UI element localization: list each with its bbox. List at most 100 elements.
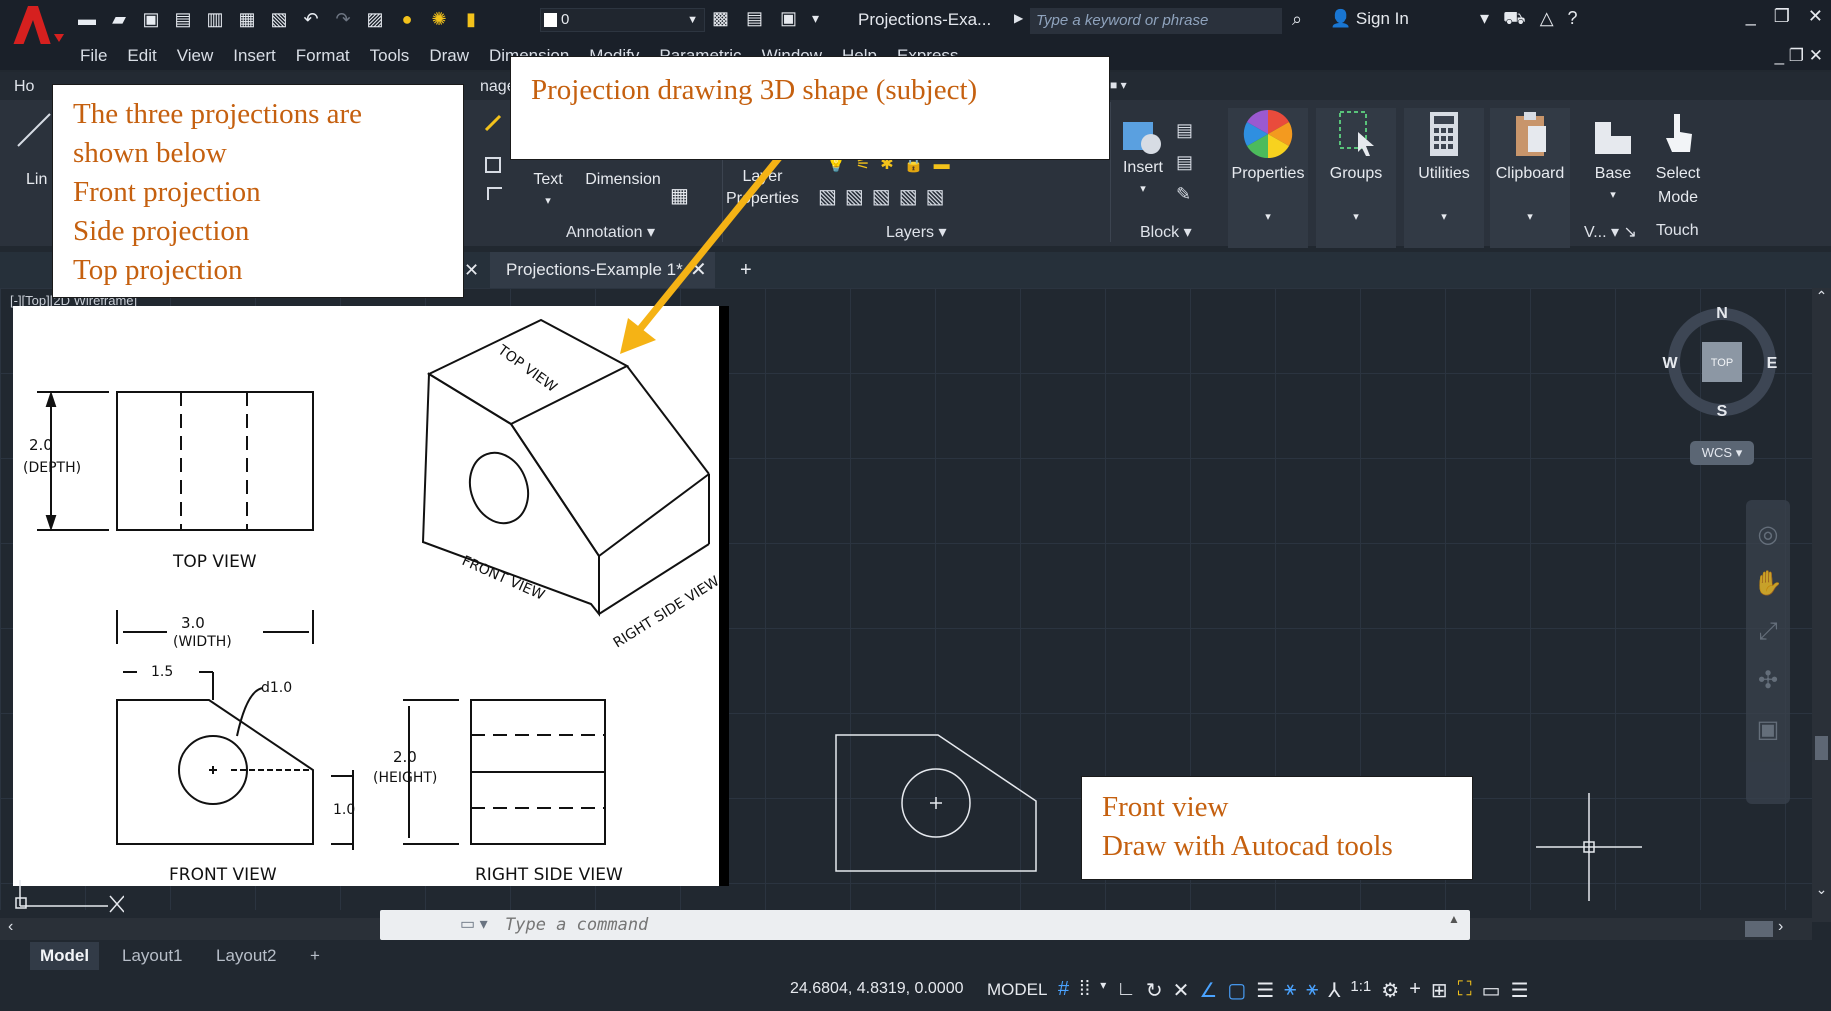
menu-format[interactable]: Format (296, 46, 350, 66)
text-button[interactable]: Text ▾ (528, 168, 568, 210)
object-snap-icon[interactable]: ▢ (1227, 978, 1246, 1003)
ortho-icon[interactable]: ∟ (1116, 978, 1136, 1003)
grid-icon[interactable]: # (1058, 978, 1069, 1003)
auto-scale-icon[interactable]: ⚹ (1306, 978, 1318, 1003)
hardware-acceleration-icon[interactable]: ⛶ (1458, 978, 1472, 1003)
workspace-icon[interactable]: ▨ (364, 8, 386, 30)
menu-insert[interactable]: Insert (233, 46, 276, 66)
tab-projections-example[interactable]: Projections-Example 1* (490, 252, 715, 288)
new-layout-button[interactable]: + (300, 942, 330, 970)
hscroll-thumb[interactable] (1745, 921, 1773, 937)
isodraft-icon[interactable]: ✕ (1173, 978, 1190, 1003)
scroll-down-icon[interactable]: ⌄ (1812, 881, 1831, 898)
utilities-button[interactable]: Utilities ▾ (1404, 108, 1484, 248)
polar-icon[interactable]: ↻ (1146, 978, 1163, 1003)
showmotion-icon[interactable]: ▣ (1746, 715, 1790, 744)
touch-panel-title[interactable]: Touch (1656, 222, 1699, 240)
export-icon[interactable]: ▥ (204, 8, 226, 30)
object-snap-tracking-icon[interactable]: ∠ (1199, 978, 1217, 1003)
tab-layout2[interactable]: Layout2 (206, 942, 287, 970)
line-icon[interactable] (14, 110, 54, 150)
search-arrow-icon[interactable]: ▶ (1014, 11, 1023, 25)
menu-view[interactable]: View (177, 46, 214, 66)
model-space-button[interactable]: MODEL (987, 980, 1047, 1000)
help-search-input[interactable]: Type a keyword or phrase (1030, 8, 1282, 34)
scale-label[interactable]: 1:1 (1350, 978, 1371, 1003)
isolate-icon[interactable]: ⊞ (1431, 978, 1448, 1003)
customize-dropdown-icon[interactable]: ▾ (812, 10, 819, 27)
close-icon[interactable]: ✕ (690, 252, 707, 288)
steering-wheel-icon[interactable]: ◎ (1746, 520, 1790, 549)
view-panel-title[interactable]: V... ▾ ↘ (1584, 222, 1637, 242)
lineweight-icon[interactable]: ☰ (1256, 978, 1274, 1003)
ucs-icon[interactable] (14, 876, 124, 916)
drawn-front-view[interactable] (830, 725, 1050, 875)
tab-layout1[interactable]: Layout1 (112, 942, 193, 970)
match-layer-icon[interactable]: ▩ (712, 8, 729, 29)
base-button[interactable]: Base ▾ (1578, 108, 1648, 204)
menu-file[interactable]: File (80, 46, 107, 66)
restore-icon[interactable]: ❐ (1774, 6, 1790, 27)
scroll-right-icon[interactable]: › (1778, 918, 1783, 936)
layer-state-icon[interactable]: ▧▧▧▧▧ (818, 184, 952, 209)
dimension-button[interactable]: Dimension (578, 168, 668, 192)
undo-icon[interactable]: ↶ (300, 8, 322, 30)
modify-tools-icon[interactable] (482, 110, 508, 200)
clean-screen-icon[interactable]: ▭ (1482, 978, 1501, 1003)
scroll-left-icon[interactable]: ‹ (8, 918, 13, 936)
lock-icon[interactable]: ▮ (460, 8, 482, 30)
plus-icon[interactable]: + (1409, 978, 1421, 1003)
groups-button[interactable]: Groups ▾ (1316, 108, 1396, 248)
tab-overflow-icon[interactable]: ■ ▾ (1110, 78, 1127, 92)
zoom-icon[interactable]: ⤢ (1746, 618, 1790, 646)
tab-model[interactable]: Model (30, 942, 100, 970)
command-history-icon[interactable]: ▲ (1448, 912, 1460, 926)
sun-icon[interactable]: ✺ (428, 8, 450, 30)
save-icon[interactable]: ▣ (140, 8, 162, 30)
reference-image[interactable]: 2.0 (DEPTH) TOP VIEW TOP VIEW FRONT VIEW… (13, 306, 729, 886)
command-input[interactable] (505, 912, 1445, 938)
viewcube[interactable]: TOP N S E W (1662, 300, 1782, 430)
publish-icon[interactable]: ▦ (236, 8, 258, 30)
menu-draw[interactable]: Draw (429, 46, 469, 66)
minimize-icon[interactable]: _ (1746, 6, 1756, 27)
binoculars-icon[interactable]: ⌕ (1292, 9, 1302, 30)
scroll-up-icon[interactable]: ⌃ (1812, 288, 1831, 305)
viewcube-face[interactable]: TOP (1711, 357, 1733, 369)
customization-menu-icon[interactable]: ☰ (1511, 978, 1529, 1003)
open-folder-icon[interactable]: ▰ (108, 8, 130, 30)
new-file-icon[interactable]: ▬ (76, 8, 98, 30)
compass-north[interactable]: N (1716, 305, 1728, 322)
insert-button[interactable]: Insert ▾ (1118, 114, 1168, 198)
gear-icon[interactable]: ⚙ (1381, 978, 1399, 1003)
table-icon[interactable]: ▦ (670, 184, 689, 208)
properties-toggle-icon[interactable]: ▣ (780, 8, 797, 29)
snap-icon[interactable]: ⁞⁞ (1079, 978, 1090, 1003)
autodesk-icon[interactable]: △ (1540, 8, 1554, 32)
print-icon[interactable]: ▧ (268, 8, 290, 30)
menu-edit[interactable]: Edit (127, 46, 156, 66)
pan-icon[interactable]: ✋ (1746, 569, 1790, 598)
layer-dropdown[interactable]: 0 ▼ (540, 8, 705, 32)
line-label[interactable]: Lin (26, 168, 47, 192)
dropdown-icon[interactable]: ▾ (1480, 8, 1489, 32)
wcs-menu[interactable]: WCS ▾ (1690, 441, 1754, 465)
scroll-thumb[interactable] (1815, 736, 1828, 760)
block-panel-title[interactable]: Block ▾ (1140, 222, 1192, 242)
layer-previous-icon[interactable]: ▤ (746, 8, 763, 29)
save-as-icon[interactable]: ▤ (172, 8, 194, 30)
compass-west[interactable]: W (1662, 355, 1678, 372)
compass-south[interactable]: S (1717, 403, 1728, 420)
cart-icon[interactable]: ⛟ (1503, 8, 1526, 32)
tab-home[interactable]: Ho (14, 78, 34, 96)
coordinates-readout[interactable]: 24.6804, 4.8319, 0.0000 (790, 980, 964, 998)
menu-tools[interactable]: Tools (370, 46, 410, 66)
doc-window-controls[interactable]: _ ❐ ✕ (1775, 46, 1823, 66)
compass-east[interactable]: E (1767, 355, 1778, 372)
close-icon[interactable]: ✕ (1808, 6, 1823, 27)
help-icon[interactable]: ? (1568, 8, 1578, 32)
annotation-scale-icon[interactable]: ⅄ (1328, 978, 1340, 1003)
redo-icon[interactable]: ↷ (332, 8, 354, 30)
vertical-scrollbar[interactable]: ⌃ ⌄ (1812, 288, 1831, 922)
light-bulb-icon[interactable]: ● (396, 8, 418, 30)
